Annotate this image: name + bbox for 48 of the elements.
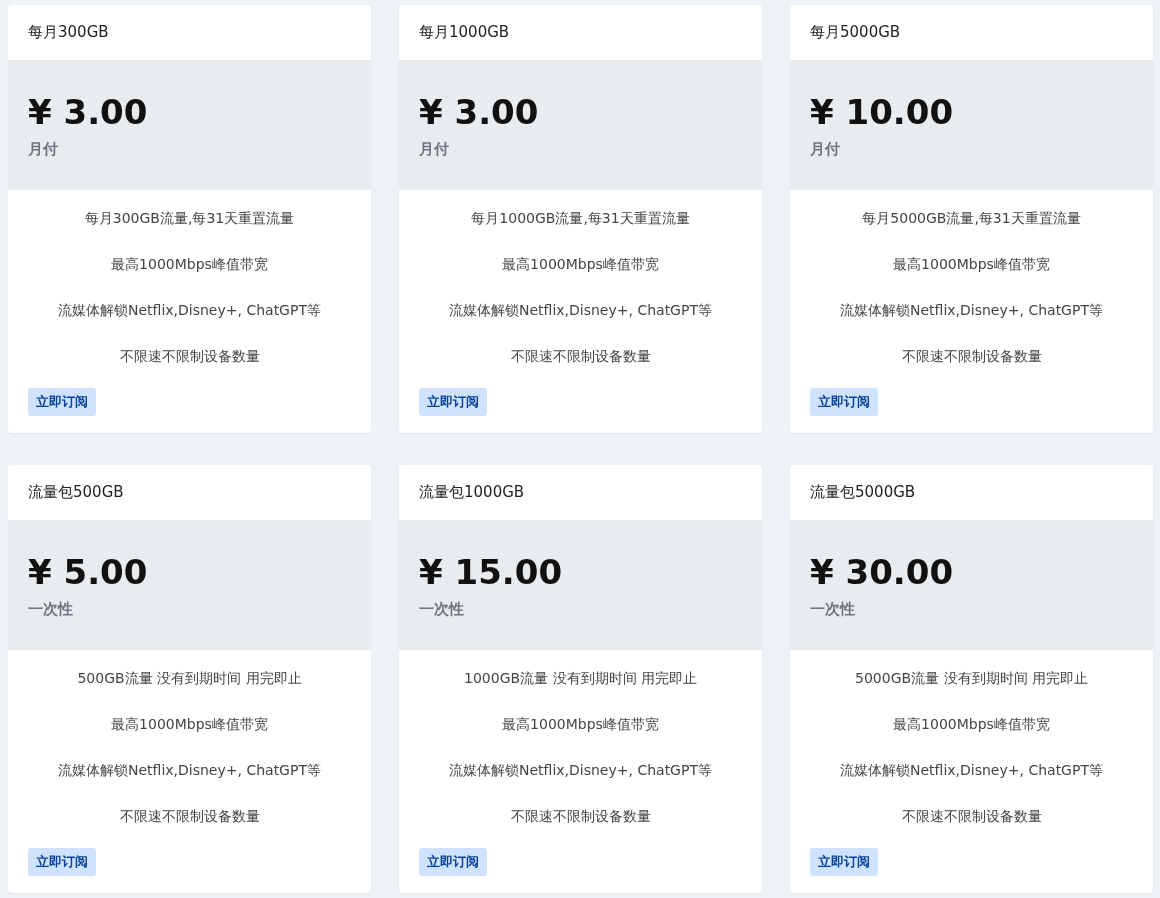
plan-feature: 流媒体解锁Netflix,Disney+, ChatGPT等 [840,301,1103,320]
plan-feature: 流媒体解锁Netflix,Disney+, ChatGPT等 [449,761,712,780]
plan-price: ¥ 3.00 [419,91,539,134]
billing-period: 月付 [28,140,58,159]
plan-price: ¥ 5.00 [28,551,148,594]
subscribe-button[interactable]: 立即订阅 [810,848,878,876]
plan-feature: 流媒体解锁Netflix,Disney+, ChatGPT等 [58,761,321,780]
plan-name: 流量包5000GB [810,483,916,502]
plan-price: ¥ 3.00 [28,91,148,134]
billing-period: 一次性 [28,600,73,619]
plan-feature: 最高1000Mbps峰值带宽 [893,715,1050,734]
subscribe-button[interactable]: 立即订阅 [28,388,96,416]
plan-feature: 500GB流量 没有到期时间 用完即止 [77,669,302,688]
subscribe-button[interactable]: 立即订阅 [419,848,487,876]
plan-feature: 最高1000Mbps峰值带宽 [111,715,268,734]
plan-feature: 不限速不限制设备数量 [901,807,1042,826]
plan-feature: 不限速不限制设备数量 [901,347,1042,366]
plan-feature: 流媒体解锁Netflix,Disney+, ChatGPT等 [449,301,712,320]
billing-period: 一次性 [810,600,855,619]
plan-name: 每月1000GB [419,23,510,42]
plan-feature: 不限速不限制设备数量 [119,807,260,826]
plan-feature: 最高1000Mbps峰值带宽 [502,255,659,274]
plan-feature: 最高1000Mbps峰值带宽 [893,255,1050,274]
subscribe-button[interactable]: 立即订阅 [810,388,878,416]
plan-feature: 最高1000Mbps峰值带宽 [502,715,659,734]
plan-feature: 每月5000GB流量,每31天重置流量 [862,209,1081,228]
plan-feature: 不限速不限制设备数量 [510,347,651,366]
billing-period: 月付 [419,140,449,159]
plan-feature: 每月1000GB流量,每31天重置流量 [471,209,690,228]
plan-price: ¥ 10.00 [810,91,954,134]
subscribe-button[interactable]: 立即订阅 [419,388,487,416]
plan-feature: 5000GB流量 没有到期时间 用完即止 [855,669,1088,688]
plan-price: ¥ 30.00 [810,551,954,594]
billing-period: 月付 [810,140,840,159]
plan-name: 流量包500GB [28,483,124,502]
plan-feature: 每月300GB流量,每31天重置流量 [84,209,295,228]
plan-price: ¥ 15.00 [419,551,563,594]
billing-period: 一次性 [419,600,464,619]
plan-feature: 1000GB流量 没有到期时间 用完即止 [464,669,697,688]
plan-name: 每月5000GB [810,23,901,42]
plan-feature: 流媒体解锁Netflix,Disney+, ChatGPT等 [58,301,321,320]
plan-feature: 不限速不限制设备数量 [510,807,651,826]
subscribe-button[interactable]: 立即订阅 [28,848,96,876]
plan-name: 每月300GB [28,23,109,42]
plan-feature: 不限速不限制设备数量 [119,347,260,366]
plan-name: 流量包1000GB [419,483,525,502]
plan-feature: 最高1000Mbps峰值带宽 [111,255,268,274]
plan-feature: 流媒体解锁Netflix,Disney+, ChatGPT等 [840,761,1103,780]
